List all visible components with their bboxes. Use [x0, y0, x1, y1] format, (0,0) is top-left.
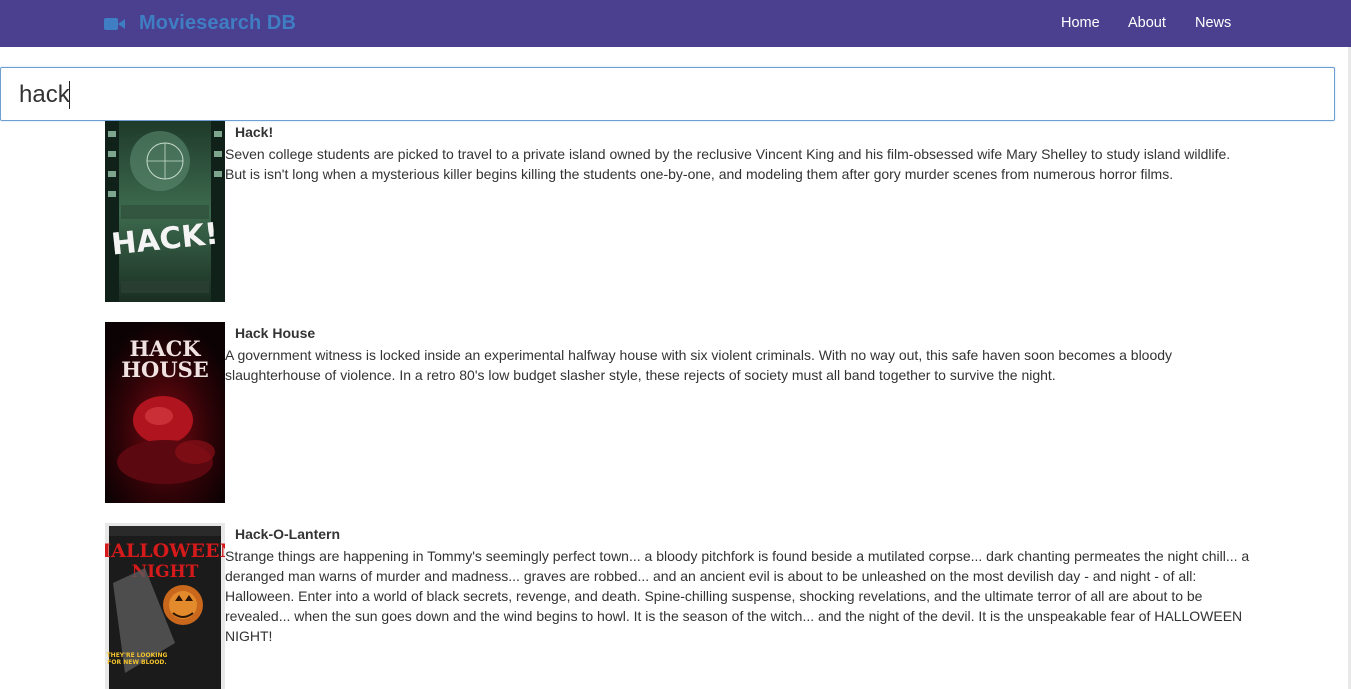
poster-title-text: HALLOWEEN [105, 540, 225, 562]
poster-title-text: HOUSE [121, 357, 209, 382]
result-item[interactable]: HALLOWEEN NIGHT THEY'RE LOOKING FOR NEW … [105, 523, 1250, 689]
movie-poster[interactable]: HACK! [105, 121, 225, 302]
movie-description: Strange things are happening in Tommy's … [225, 548, 1250, 644]
search-box [0, 67, 1335, 121]
poster-tagline: FOR NEW BLOOD. [107, 659, 166, 666]
result-item[interactable]: HACK! Hack! Seven college students are p… [105, 121, 1250, 303]
poster-image: HACK HOUSE [105, 322, 225, 503]
result-item[interactable]: HACK HOUSE Hack House A government witne… [105, 322, 1250, 504]
brand[interactable]: Moviesearch DB [104, 0, 296, 47]
poster-image: HACK! [105, 121, 225, 302]
nav-about-link[interactable]: About [1128, 15, 1166, 31]
brand-title: Moviesearch DB [139, 12, 297, 34]
video-camera-icon [104, 17, 125, 30]
nav-home-link[interactable]: Home [1061, 15, 1100, 31]
search-input[interactable] [19, 80, 1309, 110]
text-caret [69, 81, 70, 109]
movie-poster[interactable]: HACK HOUSE [105, 322, 225, 503]
movie-title[interactable]: Hack-O-Lantern [235, 526, 340, 542]
movie-description: A government witness is locked inside an… [225, 347, 1173, 383]
poster-image: HALLOWEEN NIGHT THEY'RE LOOKING FOR NEW … [105, 523, 225, 689]
nav-news-link[interactable]: News [1195, 15, 1231, 31]
movie-description: Seven college students are picked to tra… [225, 146, 1231, 182]
movie-poster[interactable]: HALLOWEEN NIGHT THEY'RE LOOKING FOR NEW … [105, 523, 225, 689]
movie-title[interactable]: Hack House [235, 325, 315, 341]
navbar: Moviesearch DB Home About News [0, 0, 1351, 47]
poster-tagline: THEY'RE LOOKING [107, 652, 168, 659]
movie-title[interactable]: Hack! [235, 124, 273, 140]
